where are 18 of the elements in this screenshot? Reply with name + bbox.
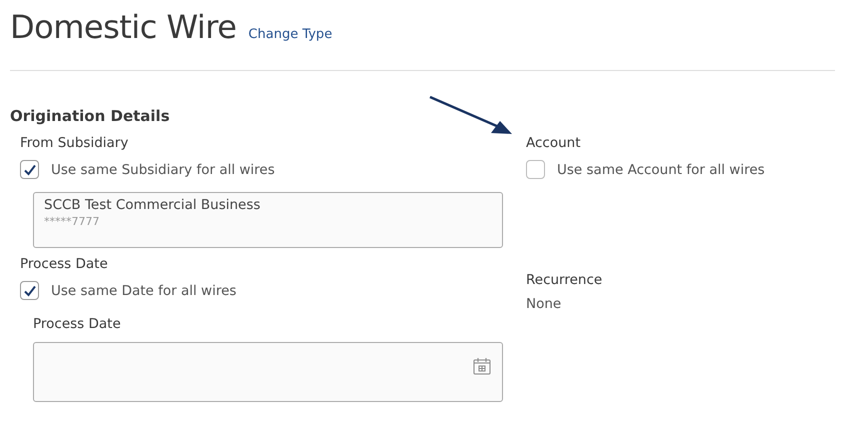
subsidiary-field[interactable]: SCCB Test Commercial Business *****7777 — [33, 192, 503, 248]
field-label: Process Date — [33, 316, 122, 332]
checkbox-label: Use same Account for all wires — [557, 162, 765, 178]
checkbox[interactable] — [526, 160, 545, 179]
date-field[interactable] — [33, 342, 503, 402]
calendar-icon[interactable] — [472, 356, 492, 376]
page-title: Domestic Wire — [10, 8, 236, 46]
checkbox-label: Use same Subsidiary for all wires — [51, 162, 275, 178]
change-type-link[interactable]: Change Type — [248, 27, 332, 42]
field-label: Process Date — [20, 256, 109, 272]
field-label: From Subsidiary — [20, 135, 130, 151]
recurrence-value: None — [526, 296, 562, 312]
field-label: Recurrence — [526, 272, 604, 288]
section-title: Origination Details — [10, 107, 171, 125]
checkbox[interactable] — [20, 281, 39, 300]
checkbox[interactable] — [20, 160, 39, 179]
field-label: Account — [526, 135, 582, 151]
checkbox-label: Use same Date for all wires — [51, 282, 236, 298]
